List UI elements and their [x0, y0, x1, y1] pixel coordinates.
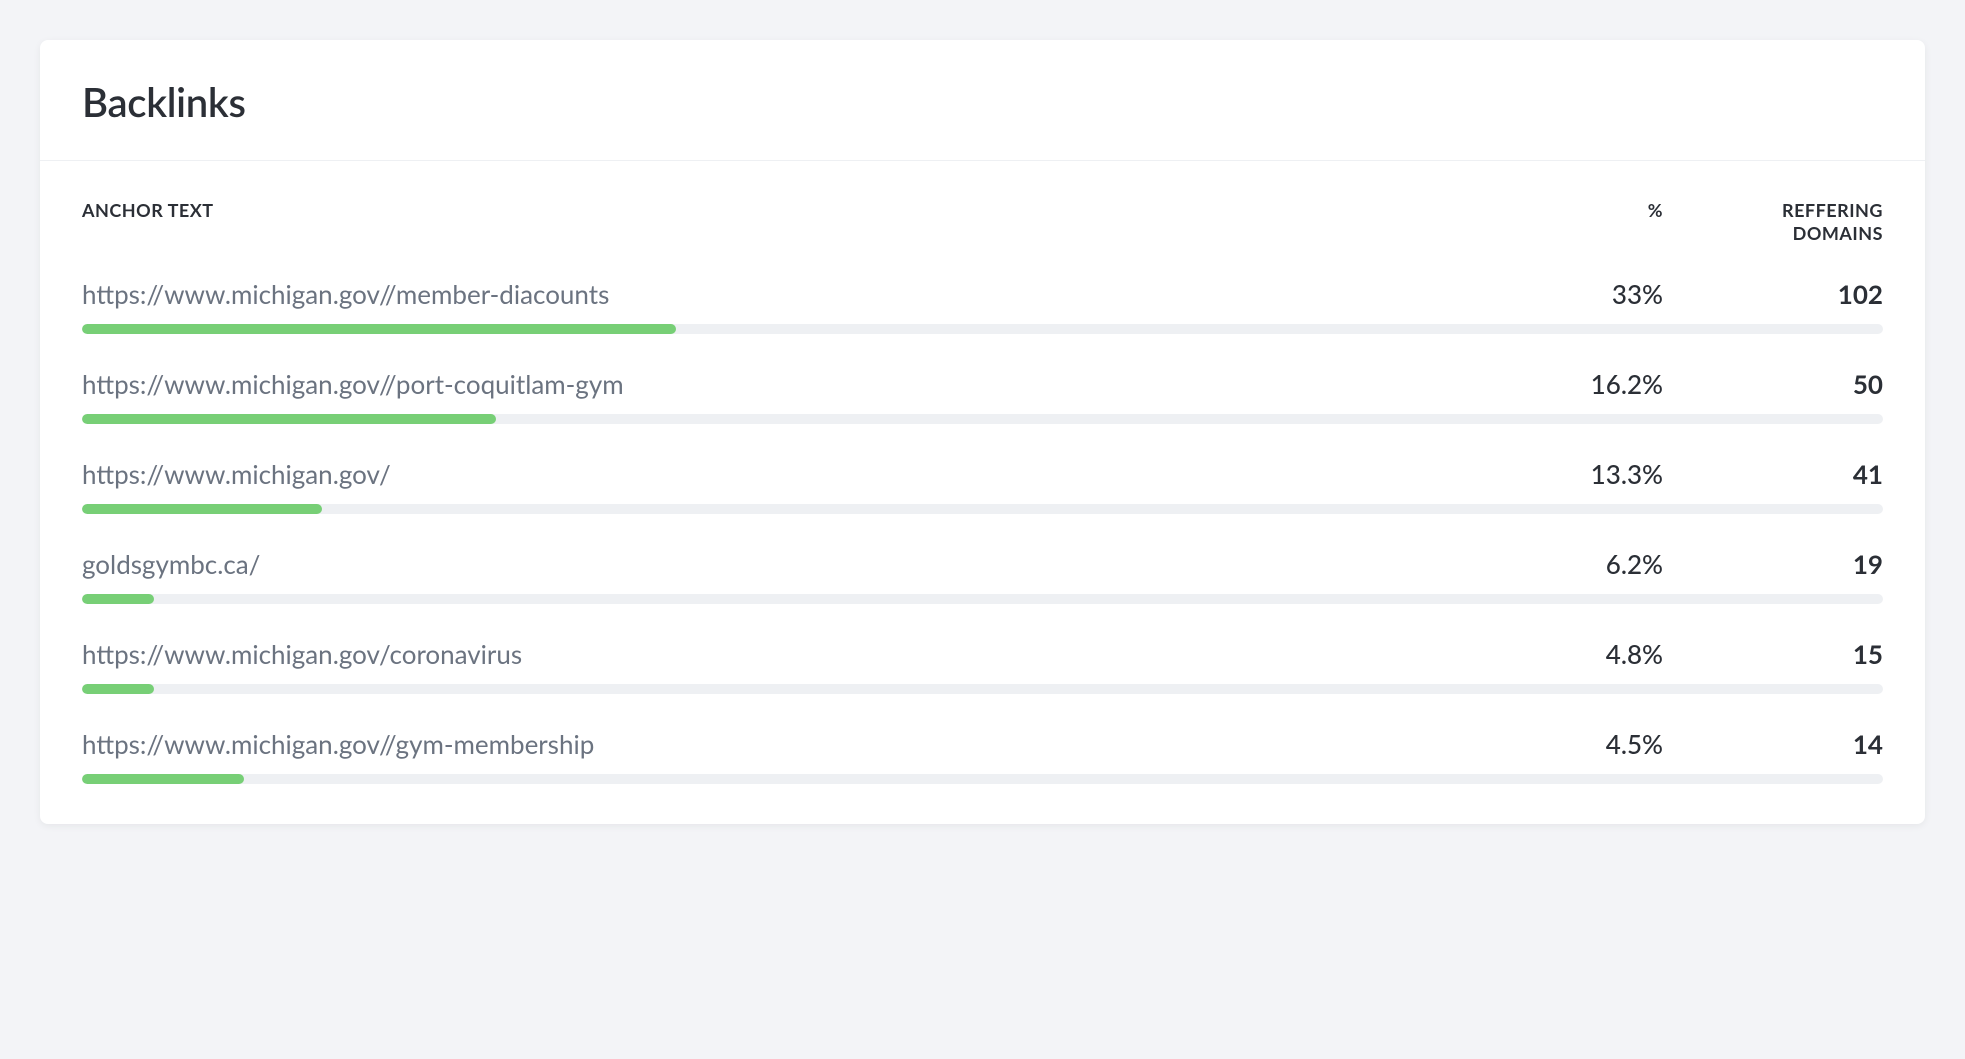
- progress-bar-track: [82, 594, 1883, 604]
- referring-domains-cell: 19: [1663, 548, 1883, 580]
- percent-cell: 4.8%: [1523, 638, 1663, 670]
- card-title: Backlinks: [82, 78, 1883, 126]
- anchor-text-cell: https://www.michigan.gov//port-coquitlam…: [82, 368, 1523, 400]
- table-row-values: https://www.michigan.gov//port-coquitlam…: [82, 368, 1883, 400]
- progress-bar-track: [82, 774, 1883, 784]
- table-row-values: goldsgymbc.ca/6.2%19: [82, 548, 1883, 580]
- anchor-text-cell: goldsgymbc.ca/: [82, 548, 1523, 580]
- column-header-referring-domains: REFFERING DOMAINS: [1663, 199, 1883, 244]
- table-body: https://www.michigan.gov//member-diacoun…: [40, 244, 1925, 824]
- percent-cell: 4.5%: [1523, 728, 1663, 760]
- referring-domains-cell: 15: [1663, 638, 1883, 670]
- table-row: https://www.michigan.gov//member-diacoun…: [82, 244, 1883, 334]
- table-row-values: https://www.michigan.gov//member-diacoun…: [82, 278, 1883, 310]
- referring-domains-cell: 102: [1663, 278, 1883, 310]
- progress-bar-fill: [82, 774, 244, 784]
- referring-domains-cell: 41: [1663, 458, 1883, 490]
- progress-bar-fill: [82, 684, 154, 694]
- percent-cell: 16.2%: [1523, 368, 1663, 400]
- table-row-values: https://www.michigan.gov/13.3%41: [82, 458, 1883, 490]
- anchor-text-cell: https://www.michigan.gov/coronavirus: [82, 638, 1523, 670]
- percent-cell: 13.3%: [1523, 458, 1663, 490]
- progress-bar-fill: [82, 504, 322, 514]
- referring-domains-cell: 14: [1663, 728, 1883, 760]
- anchor-text-cell: https://www.michigan.gov//gym-membership: [82, 728, 1523, 760]
- progress-bar-fill: [82, 324, 676, 334]
- table-row: https://www.michigan.gov/13.3%41: [82, 424, 1883, 514]
- anchor-text-cell: https://www.michigan.gov/: [82, 458, 1523, 490]
- table-row: https://www.michigan.gov/coronavirus4.8%…: [82, 604, 1883, 694]
- progress-bar-track: [82, 324, 1883, 334]
- percent-cell: 6.2%: [1523, 548, 1663, 580]
- anchor-text-cell: https://www.michigan.gov//member-diacoun…: [82, 278, 1523, 310]
- column-header-percent: %: [1523, 199, 1663, 221]
- referring-domains-cell: 50: [1663, 368, 1883, 400]
- progress-bar-fill: [82, 594, 154, 604]
- backlinks-card: Backlinks ANCHOR TEXT % REFFERING DOMAIN…: [40, 40, 1925, 824]
- table-row: goldsgymbc.ca/6.2%19: [82, 514, 1883, 604]
- table-row-values: https://www.michigan.gov//gym-membership…: [82, 728, 1883, 760]
- percent-cell: 33%: [1523, 278, 1663, 310]
- table-header-row: ANCHOR TEXT % REFFERING DOMAINS: [40, 161, 1925, 244]
- progress-bar-fill: [82, 414, 496, 424]
- column-header-anchor-text: ANCHOR TEXT: [82, 199, 1523, 221]
- table-row: https://www.michigan.gov//gym-membership…: [82, 694, 1883, 784]
- progress-bar-track: [82, 684, 1883, 694]
- page-background: Backlinks ANCHOR TEXT % REFFERING DOMAIN…: [0, 0, 1965, 1059]
- progress-bar-track: [82, 414, 1883, 424]
- card-header: Backlinks: [40, 40, 1925, 161]
- table-row-values: https://www.michigan.gov/coronavirus4.8%…: [82, 638, 1883, 670]
- table-row: https://www.michigan.gov//port-coquitlam…: [82, 334, 1883, 424]
- progress-bar-track: [82, 504, 1883, 514]
